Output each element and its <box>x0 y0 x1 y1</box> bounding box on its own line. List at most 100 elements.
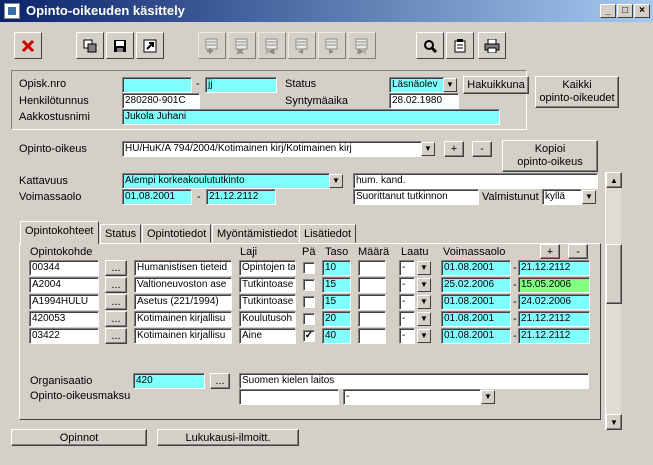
row-start-field[interactable]: 01.08.2001 <box>441 328 511 344</box>
row-pa-checkbox[interactable] <box>303 262 315 274</box>
row-end-field[interactable]: 15.05.2006 <box>518 277 590 293</box>
scroll-up-button[interactable]: ▲ <box>606 172 622 188</box>
valmistunut-select[interactable]: kyllä <box>542 189 582 205</box>
row-name-field[interactable]: Asetus (221/1994) <box>134 294 232 310</box>
row-end-field[interactable]: 21.12.2112 <box>518 260 590 276</box>
row-taso-field[interactable]: 15 <box>322 294 351 310</box>
row-lookup-button[interactable]: ... <box>105 294 127 310</box>
first-record-button[interactable] <box>258 32 286 59</box>
tab-myontamistiedot[interactable]: Myöntämistiedot <box>212 224 303 243</box>
row-maara-field[interactable] <box>358 260 386 276</box>
new-row-button[interactable] <box>198 32 226 59</box>
organisaatio-code-field[interactable]: 420 <box>133 373 205 389</box>
kaikki-opinto-oikeudet-button[interactable]: Kaikki opinto-oikeudet <box>535 76 619 108</box>
close-window-button[interactable]: × <box>634 4 650 18</box>
henkilotunnus-field[interactable]: 280280-901C <box>122 93 200 109</box>
minimize-button[interactable]: _ <box>600 4 616 18</box>
kattavuus-dropdown-arrow[interactable]: ▼ <box>329 174 343 188</box>
row-end-field[interactable]: 24.02.2006 <box>518 294 590 310</box>
voimassaolo-start-field[interactable]: 01.08.2001 <box>122 189 192 205</box>
row-laatu-dropdown-arrow[interactable]: ▼ <box>417 278 431 292</box>
last-record-button[interactable] <box>348 32 376 59</box>
opinto-oikeusmaksu-dropdown-arrow[interactable]: ▼ <box>481 390 495 404</box>
next-record-button[interactable] <box>318 32 346 59</box>
row-pa-checkbox[interactable]: ✓ <box>303 330 315 342</box>
row-taso-field[interactable]: 10 <box>322 260 351 276</box>
tab-opintotiedot[interactable]: Opintotiedot <box>142 224 212 243</box>
row-laji-field[interactable]: Opintojen ta <box>239 260 296 276</box>
save-button[interactable] <box>106 32 134 59</box>
tab-status[interactable]: Status <box>100 224 142 243</box>
row-lookup-button[interactable]: ... <box>105 277 127 293</box>
clipboard-button[interactable] <box>446 32 474 59</box>
row-laatu-select[interactable]: - <box>399 294 415 310</box>
row-taso-field[interactable]: 20 <box>322 311 351 327</box>
scroll-down-button[interactable]: ▼ <box>606 414 622 430</box>
delete-row-button[interactable] <box>228 32 256 59</box>
organisaatio-name-field[interactable]: Suomen kielen laitos <box>239 373 589 389</box>
voimassaolo-end-field[interactable]: 21.12.2112 <box>206 189 276 205</box>
opinto-oikeus-select[interactable]: HU/HuK/A 794/2004/Kotimainen kirj/Kotima… <box>122 141 422 157</box>
row-laji-field[interactable]: Tutkintoase <box>239 294 296 310</box>
row-laatu-select[interactable]: - <box>399 277 415 293</box>
row-name-field[interactable]: Kotimainen kirjallisu <box>134 311 232 327</box>
row-name-field[interactable]: Kotimainen kirjallisu <box>134 328 232 344</box>
add-row-button[interactable]: + <box>540 244 560 259</box>
row-taso-field[interactable]: 40 <box>322 328 351 344</box>
maximize-button[interactable]: □ <box>617 4 633 18</box>
row-name-field[interactable]: Valtioneuvoston ase <box>134 277 232 293</box>
opinnot-button[interactable]: Opinnot <box>11 429 147 446</box>
opinto-oikeusmaksu-field[interactable] <box>239 389 339 405</box>
status-dropdown-arrow[interactable]: ▼ <box>443 78 457 92</box>
close-record-button[interactable] <box>14 32 42 59</box>
vertical-scrollbar[interactable]: ▲ ▼ <box>605 172 622 430</box>
row-lookup-button[interactable]: ... <box>105 328 127 344</box>
kopioi-opinto-oikeus-button[interactable]: Kopioi opinto-oikeus <box>502 140 598 172</box>
row-laatu-select[interactable]: - <box>399 311 415 327</box>
row-pa-checkbox[interactable] <box>303 296 315 308</box>
print-button[interactable] <box>478 32 506 59</box>
opisk-nro-suffix-field[interactable]: jj <box>205 77 277 93</box>
opisk-nro-field[interactable] <box>122 77 192 93</box>
tutkinto-status-field[interactable]: Suorittanut tutkinnon <box>353 189 479 205</box>
syntymaaika-field[interactable]: 28.02.1980 <box>389 93 459 109</box>
valmistunut-dropdown-arrow[interactable]: ▼ <box>582 190 596 204</box>
row-name-field[interactable]: Humanistisen tieteid <box>134 260 232 276</box>
row-start-field[interactable]: 01.08.2001 <box>441 260 511 276</box>
row-code-field[interactable]: 00344 <box>29 260 99 276</box>
row-start-field[interactable]: 01.08.2001 <box>441 311 511 327</box>
export-button[interactable] <box>136 32 164 59</box>
row-laatu-dropdown-arrow[interactable]: ▼ <box>417 295 431 309</box>
row-pa-checkbox[interactable] <box>303 313 315 325</box>
opinto-oikeusmaksu-select[interactable]: - <box>343 389 481 405</box>
row-start-field[interactable]: 25.02.2006 <box>441 277 511 293</box>
row-laji-field[interactable]: Koulutusoh <box>239 311 296 327</box>
row-laatu-select[interactable]: - <box>399 328 415 344</box>
row-code-field[interactable]: A2004 <box>29 277 99 293</box>
remove-row-button[interactable]: - <box>568 244 588 259</box>
prev-record-button[interactable] <box>288 32 316 59</box>
hakuikkuna-button[interactable]: Hakuikkuna <box>463 76 529 94</box>
opinto-oikeus-dropdown-arrow[interactable]: ▼ <box>421 142 435 156</box>
scroll-thumb[interactable] <box>606 244 622 304</box>
remove-oikeus-button[interactable]: - <box>472 141 492 157</box>
row-lookup-button[interactable]: ... <box>105 311 127 327</box>
row-taso-field[interactable]: 15 <box>322 277 351 293</box>
row-pa-checkbox[interactable] <box>303 279 315 291</box>
row-laatu-select[interactable]: - <box>399 260 415 276</box>
kattavuus-extra-field[interactable]: hum. kand. <box>353 173 598 189</box>
row-maara-field[interactable] <box>358 328 386 344</box>
row-maara-field[interactable] <box>358 294 386 310</box>
lukukausi-ilmoitt-button[interactable]: Lukukausi-ilmoitt. <box>157 429 299 446</box>
organisaatio-lookup-button[interactable]: ... <box>210 373 230 389</box>
row-code-field[interactable]: A1994HULU <box>29 294 99 310</box>
row-laji-field[interactable]: Tutkintoase <box>239 277 296 293</box>
row-maara-field[interactable] <box>358 311 386 327</box>
tab-opintokohteet[interactable]: Opintokohteet <box>20 221 99 244</box>
search-button[interactable] <box>416 32 444 59</box>
row-end-field[interactable]: 21.12.2112 <box>518 311 590 327</box>
tab-lisatiedot[interactable]: Lisätiedot <box>299 224 357 243</box>
row-laatu-dropdown-arrow[interactable]: ▼ <box>417 261 431 275</box>
row-start-field[interactable]: 01.08.2001 <box>441 294 511 310</box>
row-code-field[interactable]: 420053 <box>29 311 99 327</box>
